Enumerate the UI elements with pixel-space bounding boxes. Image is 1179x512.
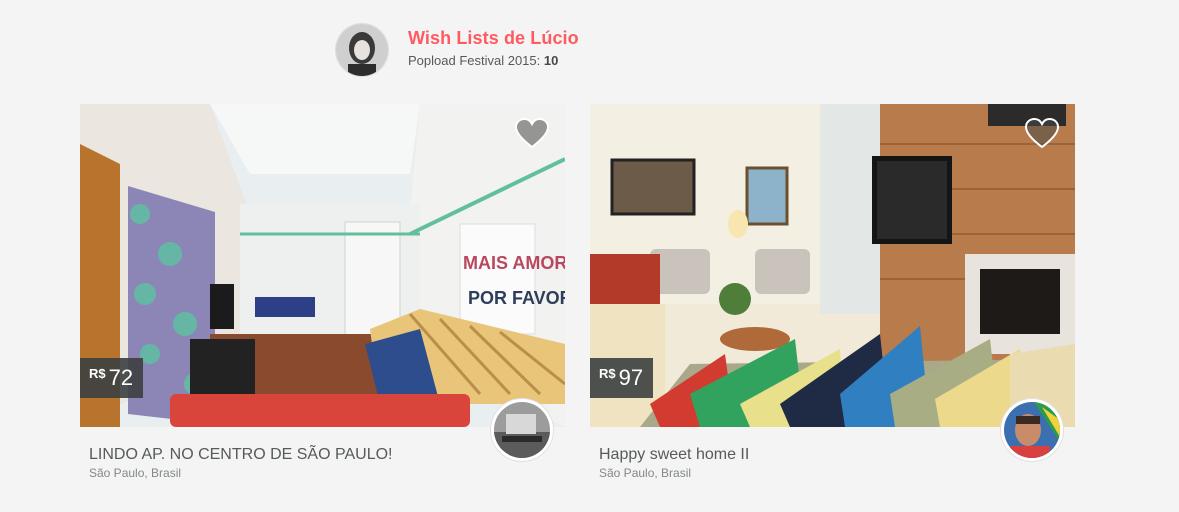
wishlist-name: Popload Festival 2015:: [408, 53, 541, 68]
listing-title[interactable]: LINDO AP. NO CENTRO DE SÃO PAULO!: [89, 446, 392, 464]
listing-location: São Paulo, Brasil: [599, 466, 692, 480]
listing-location: São Paulo, Brasil: [89, 466, 182, 480]
host-avatar[interactable]: [1001, 399, 1063, 461]
price-currency: R$: [89, 365, 106, 381]
poster-line-2: POR FAVOR: [468, 288, 565, 308]
price-amount: 97: [618, 365, 644, 390]
wishlist-owner-title[interactable]: Wish Lists de Lúcio: [408, 28, 579, 49]
price-currency: R$: [599, 365, 616, 381]
price-badge: R$ 72: [80, 358, 144, 398]
listing-card[interactable]: MAIS AMOR POR FAVOR R$ 72 LINDO AP. NO C…: [80, 104, 565, 484]
wishlist-subtitle: Popload Festival 2015: 10: [408, 53, 558, 68]
listing-photo[interactable]: R$ 97: [590, 104, 1075, 427]
listing-title[interactable]: Happy sweet home II: [599, 446, 749, 464]
wishlist-count: 10: [543, 53, 559, 68]
host-avatar[interactable]: [491, 399, 553, 461]
price-amount: 72: [108, 365, 134, 390]
heart-icon[interactable]: [515, 118, 549, 150]
poster-line-1: MAIS AMOR: [463, 253, 565, 273]
owner-avatar[interactable]: [336, 24, 388, 76]
listing-photo[interactable]: MAIS AMOR POR FAVOR R$ 72: [80, 104, 565, 427]
price-badge: R$ 97: [590, 358, 654, 398]
heart-icon[interactable]: [1025, 118, 1059, 150]
listing-card[interactable]: R$ 97 Happy sweet home II São Paulo, Bra…: [590, 104, 1075, 484]
